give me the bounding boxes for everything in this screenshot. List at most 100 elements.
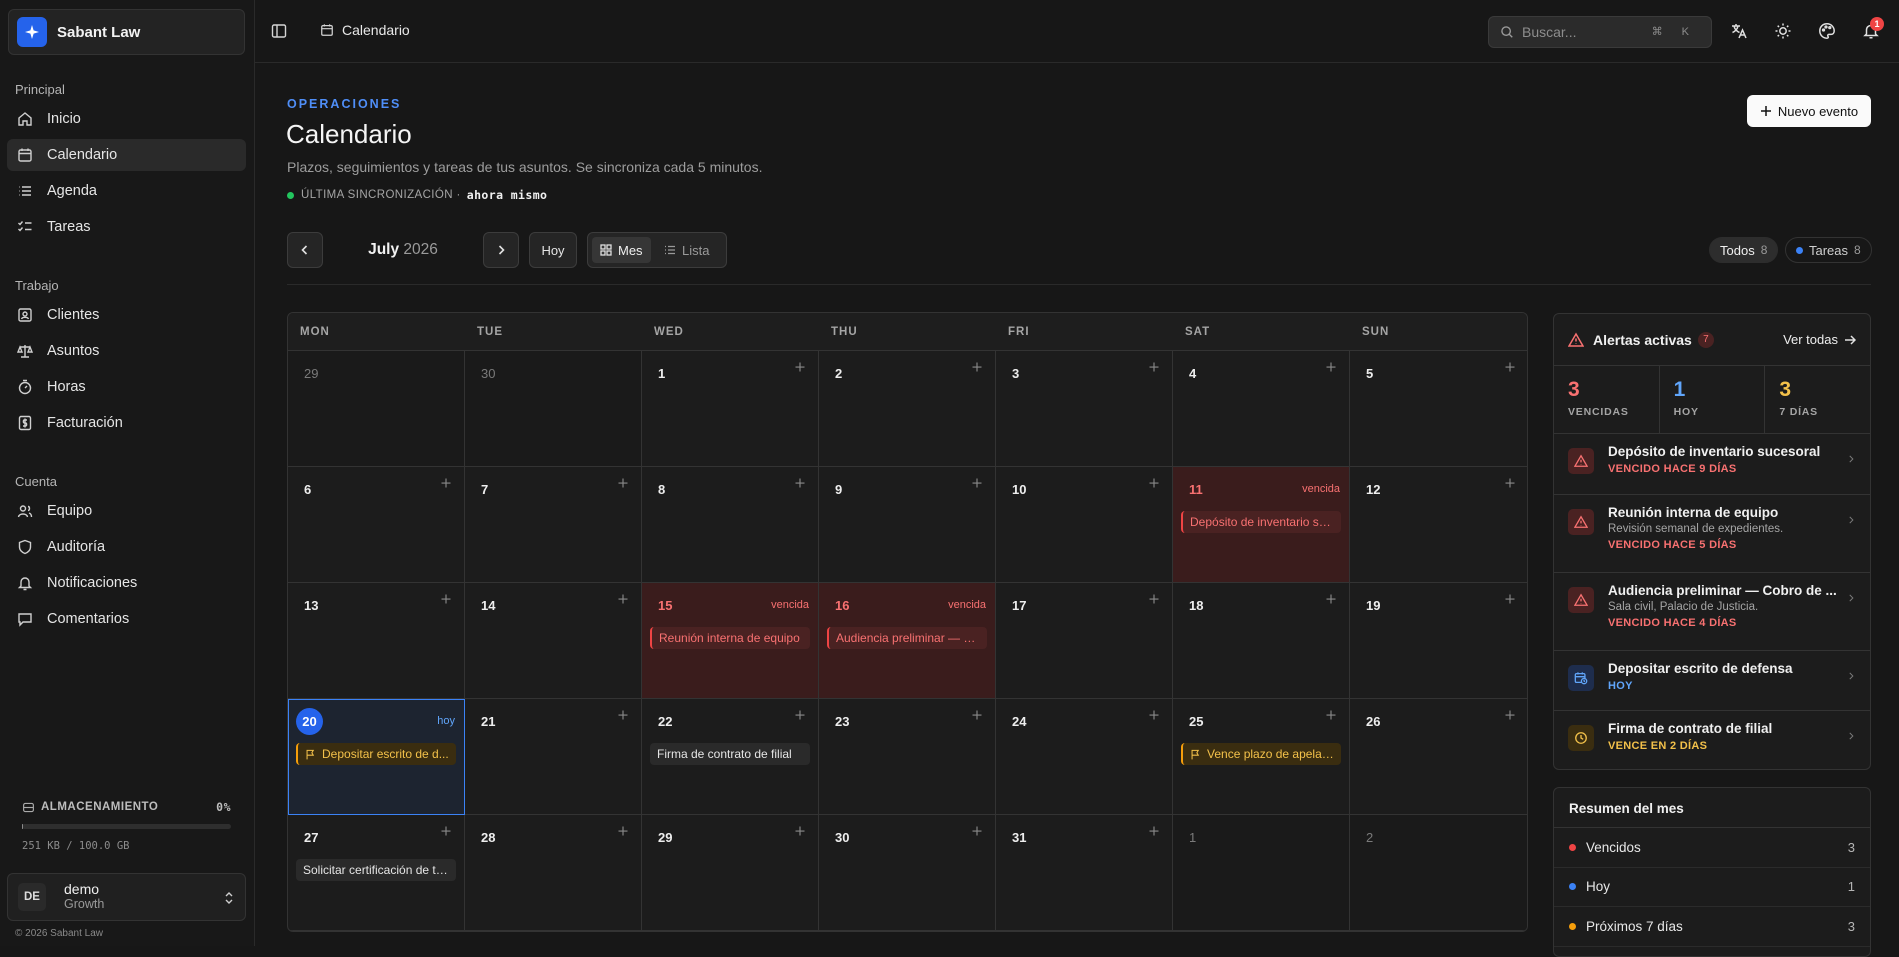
calendar-day-cell[interactable]: 18	[1173, 583, 1350, 699]
prev-month-button[interactable]	[287, 232, 323, 268]
calendar-day-cell[interactable]: 2	[819, 351, 996, 467]
add-event-button[interactable]	[971, 709, 983, 721]
nav-item-asuntos[interactable]: Asuntos	[7, 335, 246, 367]
calendar-event[interactable]: Solicitar certificación de tí...	[296, 859, 456, 881]
search-input[interactable]	[1522, 24, 1642, 40]
calendar-event[interactable]: Firma de contrato de filial	[650, 743, 810, 765]
summary-row[interactable]: Hoy 1	[1554, 868, 1870, 907]
calendar-day-cell[interactable]: 29	[642, 815, 819, 931]
today-button[interactable]: Hoy	[529, 232, 577, 268]
calendar-day-cell[interactable]: 17	[996, 583, 1173, 699]
nav-item-clientes[interactable]: Clientes	[7, 299, 246, 331]
calendar-day-cell[interactable]: 1	[1173, 815, 1350, 931]
calendar-day-cell[interactable]: 4	[1173, 351, 1350, 467]
add-event-button[interactable]	[1325, 709, 1337, 721]
calendar-day-cell[interactable]: 10	[996, 467, 1173, 583]
sidebar-toggle-icon[interactable]	[271, 23, 287, 39]
calendar-day-cell[interactable]: 15 vencida Reunión interna de equipo	[642, 583, 819, 699]
calendar-event[interactable]: Depositar escrito de d...	[296, 743, 456, 765]
filter-todos[interactable]: Todos 8	[1709, 237, 1779, 263]
nav-item-facturacion[interactable]: Facturación	[7, 407, 246, 439]
add-event-button[interactable]	[440, 477, 452, 489]
translate-icon[interactable]	[1730, 22, 1748, 40]
calendar-day-cell[interactable]: 30	[819, 815, 996, 931]
calendar-day-cell[interactable]: 31	[996, 815, 1173, 931]
view-all-alerts-link[interactable]: Ver todas	[1783, 332, 1856, 347]
add-event-button[interactable]	[617, 709, 629, 721]
add-event-button[interactable]	[794, 709, 806, 721]
nav-item-calendario[interactable]: Calendario	[7, 139, 246, 171]
calendar-day-cell[interactable]: 30	[465, 351, 642, 467]
calendar-event[interactable]: Depósito de inventario suc...	[1181, 511, 1341, 533]
alert-item[interactable]: Depósito de inventario sucesoral VENCIDO …	[1554, 434, 1870, 495]
nav-item-comentarios[interactable]: Comentarios	[7, 603, 246, 635]
calendar-day-cell[interactable]: 28	[465, 815, 642, 931]
add-event-button[interactable]	[1504, 593, 1516, 605]
calendar-day-cell[interactable]: 7	[465, 467, 642, 583]
add-event-button[interactable]	[794, 477, 806, 489]
nav-item-horas[interactable]: Horas	[7, 371, 246, 403]
add-event-button[interactable]	[1325, 361, 1337, 373]
view-month-button[interactable]: Mes	[592, 237, 651, 263]
new-event-button[interactable]: Nuevo evento	[1747, 95, 1871, 127]
add-event-button[interactable]	[971, 825, 983, 837]
calendar-day-cell[interactable]: 26	[1350, 699, 1527, 815]
user-menu[interactable]: DE demo Growth	[7, 873, 246, 921]
calendar-day-cell[interactable]: 23	[819, 699, 996, 815]
nav-item-agenda[interactable]: Agenda	[7, 175, 246, 207]
calendar-day-cell[interactable]: 2	[1350, 815, 1527, 931]
add-event-button[interactable]	[440, 825, 452, 837]
nav-item-inicio[interactable]: Inicio	[7, 103, 246, 135]
calendar-event[interactable]: Reunión interna de equipo	[650, 627, 810, 649]
add-event-button[interactable]	[971, 361, 983, 373]
add-event-button[interactable]	[1504, 361, 1516, 373]
calendar-day-cell[interactable]: 9	[819, 467, 996, 583]
add-event-button[interactable]	[1504, 709, 1516, 721]
add-event-button[interactable]	[1148, 361, 1160, 373]
add-event-button[interactable]	[440, 593, 452, 605]
calendar-day-cell[interactable]: 19	[1350, 583, 1527, 699]
nav-item-tareas[interactable]: Tareas	[7, 211, 246, 243]
calendar-event[interactable]: Vence plazo de apelaci...	[1181, 743, 1341, 765]
add-event-button[interactable]	[1504, 477, 1516, 489]
add-event-button[interactable]	[1325, 593, 1337, 605]
add-event-button[interactable]	[971, 477, 983, 489]
add-event-button[interactable]	[617, 825, 629, 837]
add-event-button[interactable]	[617, 593, 629, 605]
nav-item-equipo[interactable]: Equipo	[7, 495, 246, 527]
filter-tareas[interactable]: Tareas 8	[1785, 237, 1872, 263]
nav-item-notificaciones[interactable]: Notificaciones	[7, 567, 246, 599]
calendar-day-cell[interactable]: 24	[996, 699, 1173, 815]
calendar-day-cell[interactable]: 27 Solicitar certificación de tí...	[288, 815, 465, 931]
summary-row[interactable]: Próximos 7 días 3	[1554, 907, 1870, 947]
calendar-day-cell[interactable]: 13	[288, 583, 465, 699]
view-list-button[interactable]: Lista	[656, 237, 717, 263]
palette-icon[interactable]	[1818, 22, 1836, 40]
add-event-button[interactable]	[617, 477, 629, 489]
add-event-button[interactable]	[1148, 593, 1160, 605]
calendar-day-cell[interactable]: 14	[465, 583, 642, 699]
sun-icon[interactable]	[1774, 22, 1792, 40]
add-event-button[interactable]	[1148, 825, 1160, 837]
add-event-button[interactable]	[1148, 709, 1160, 721]
calendar-day-cell[interactable]: 1	[642, 351, 819, 467]
calendar-day-cell[interactable]: 5	[1350, 351, 1527, 467]
next-month-button[interactable]	[483, 232, 519, 268]
nav-item-auditoria[interactable]: Auditoría	[7, 531, 246, 563]
search-box[interactable]: ⌘ K	[1488, 16, 1712, 48]
calendar-event[interactable]: Audiencia preliminar — Co...	[827, 627, 987, 649]
calendar-day-cell[interactable]: 6	[288, 467, 465, 583]
calendar-day-cell[interactable]: 11 vencida Depósito de inventario suc...	[1173, 467, 1350, 583]
summary-row[interactable]: Vencidos 3	[1554, 828, 1870, 868]
add-event-button[interactable]	[794, 825, 806, 837]
alert-item[interactable]: Firma de contrato de filial VENCE EN 2 DÍ…	[1554, 711, 1870, 769]
alert-item[interactable]: Depositar escrito de defensa HOY	[1554, 651, 1870, 711]
calendar-day-cell[interactable]: 22 Firma de contrato de filial	[642, 699, 819, 815]
calendar-day-cell[interactable]: 21	[465, 699, 642, 815]
alert-item[interactable]: Audiencia preliminar — Cobro de ... Sala …	[1554, 573, 1870, 651]
calendar-day-cell[interactable]: 29	[288, 351, 465, 467]
workspace-switcher[interactable]: Sabant Law	[8, 9, 245, 55]
calendar-day-cell[interactable]: 20 hoy Depositar escrito de d...	[288, 699, 465, 815]
calendar-day-cell[interactable]: 25 Vence plazo de apelaci...	[1173, 699, 1350, 815]
calendar-day-cell[interactable]: 3	[996, 351, 1173, 467]
